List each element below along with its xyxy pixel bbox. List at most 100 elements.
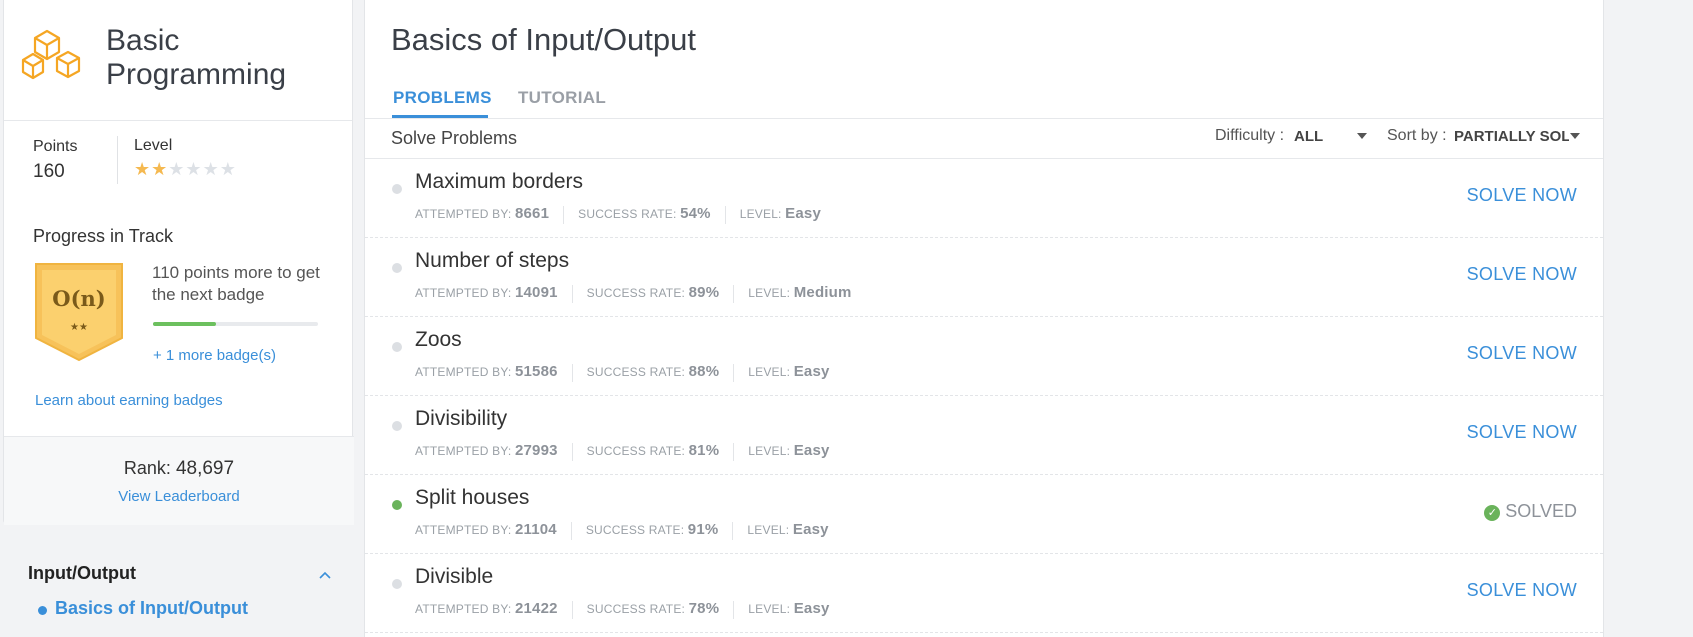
meta-divider: [732, 521, 734, 540]
problem-row[interactable]: Divisibility Attempted by: 27993 Success r…: [365, 395, 1603, 475]
tab-problems[interactable]: PROBLEMS: [393, 88, 492, 108]
meta-divider: [571, 442, 573, 461]
nav-active-dot: [38, 606, 47, 615]
chevron-up-icon[interactable]: [319, 571, 331, 579]
problem-row[interactable]: Zoos Attempted by: 51586 Success rate: 88%…: [365, 316, 1603, 396]
points-value: 160: [33, 161, 65, 182]
problem-row[interactable]: Number of steps Attempted by: 14091 Succes…: [365, 237, 1603, 317]
solved-status: ✓ SOLVED: [1484, 501, 1577, 522]
attempted-label: Attempted by:: [415, 286, 512, 300]
problem-title[interactable]: Divisibility: [415, 407, 507, 431]
solve-now-button[interactable]: SOLVE NOW: [1467, 422, 1577, 443]
solve-now-button[interactable]: SOLVE NOW: [1467, 580, 1577, 601]
status-dot: [392, 263, 402, 273]
more-badges-link[interactable]: + 1 more badge(s): [153, 347, 276, 364]
level-value: Easy: [793, 363, 830, 380]
meta-divider: [733, 442, 735, 461]
badge-progress-fill: [153, 322, 216, 326]
difficulty-select[interactable]: ALL: [1294, 128, 1323, 145]
difficulty-label: Difficulty :: [1215, 127, 1285, 144]
rank: Rank: 48,697: [4, 458, 354, 480]
status-dot: [392, 421, 402, 431]
attempted-value: 14091: [514, 284, 558, 301]
star-empty-icon: ★: [168, 159, 186, 179]
nav-item-basics-io[interactable]: Basics of Input/Output: [55, 598, 248, 619]
points-label: Points: [33, 138, 78, 155]
track-title: Basic Programming: [106, 24, 286, 92]
level-label: Level:: [748, 286, 791, 300]
problem-title[interactable]: Zoos: [415, 328, 462, 352]
success-label: Success rate:: [586, 286, 686, 300]
tab-bar: PROBLEMS TUTORIAL: [365, 78, 1603, 119]
attempted-label: Attempted by:: [415, 207, 512, 221]
level-value: Easy: [793, 442, 830, 459]
problem-meta: Attempted by: 21104 Success rate: 91% Leve…: [415, 521, 829, 540]
level-label: Level:: [748, 365, 791, 379]
problem-title[interactable]: Number of steps: [415, 249, 569, 273]
progress-title: Progress in Track: [33, 226, 174, 246]
level-value: Easy: [792, 521, 829, 538]
view-leaderboard-link[interactable]: View Leaderboard: [4, 488, 354, 505]
attempted-value: 51586: [514, 363, 558, 380]
solve-now-button[interactable]: SOLVE NOW: [1467, 264, 1577, 285]
badge-text: O(n): [52, 286, 105, 311]
success-value: 91%: [687, 521, 719, 538]
success-label: Success rate:: [586, 602, 686, 616]
page-title: Basics of Input/Output: [391, 22, 697, 57]
solve-now-button[interactable]: SOLVE NOW: [1467, 185, 1577, 206]
success-label: Success rate:: [586, 365, 686, 379]
attempted-label: Attempted by:: [415, 523, 512, 537]
meta-divider: [733, 284, 735, 303]
track-title-line2: Programming: [106, 58, 287, 91]
sort-label: Sort by :: [1387, 127, 1447, 144]
success-label: Success rate:: [586, 444, 686, 458]
attempted-value: 21422: [514, 600, 558, 617]
problem-row[interactable]: Split houses Attempted by: 21104 Success r…: [365, 474, 1603, 554]
meta-divider: [571, 600, 573, 619]
problem-title[interactable]: Split houses: [415, 486, 529, 510]
solve-now-button[interactable]: SOLVE NOW: [1467, 343, 1577, 364]
success-label: Success rate:: [585, 523, 685, 537]
difficulty-caret-down-icon[interactable]: [1357, 133, 1367, 139]
attempted-label: Attempted by:: [415, 365, 512, 379]
sidebar: Basic Programming Points 160 Level ★★★★★…: [3, 0, 354, 618]
sort-caret-down-icon[interactable]: [1570, 133, 1580, 139]
problem-title[interactable]: Maximum borders: [415, 170, 583, 194]
level-label: Level: [134, 137, 173, 154]
success-value: 89%: [688, 284, 720, 301]
learn-badges-link[interactable]: Learn about earning badges: [35, 392, 223, 409]
section-title-input-output[interactable]: Input/Output: [28, 563, 136, 584]
main-panel: Basics of Input/Output PROBLEMS TUTORIAL…: [364, 0, 1604, 637]
tab-tutorial[interactable]: TUTORIAL: [518, 88, 606, 108]
track-card: Basic Programming Points 160 Level ★★★★★…: [3, 0, 354, 525]
solve-problems-label: Solve Problems: [391, 128, 518, 148]
level-label: Level:: [748, 602, 791, 616]
problems-toolbar: Solve Problems Difficulty : ALL Sort by …: [365, 119, 1603, 159]
attempted-value: 8661: [514, 205, 550, 222]
problem-row[interactable]: Maximum borders Attempted by: 8661 Success…: [365, 158, 1603, 238]
badge-progress-bar: [153, 322, 318, 326]
rank-box: Rank: 48,697 View Leaderboard: [4, 436, 354, 525]
level-label: Level:: [748, 444, 791, 458]
attempted-label: Attempted by:: [415, 444, 512, 458]
meta-divider: [724, 205, 726, 224]
problem-meta: Attempted by: 21422 Success rate: 78% Leve…: [415, 600, 830, 619]
sort-select[interactable]: PARTIALLY SOL: [1454, 128, 1569, 145]
rank-value: 48,697: [175, 458, 235, 479]
next-badge-text: 110 points more to get the next badge: [152, 263, 320, 304]
problem-meta: Attempted by: 8661 Success rate: 54% Level…: [415, 205, 821, 224]
badge-icon: O(n) ★★: [35, 263, 123, 362]
success-value: 88%: [688, 363, 720, 380]
star-filled-icon: ★: [134, 159, 152, 179]
problem-row[interactable]: Divisible Attempted by: 21422 Success rate…: [365, 553, 1603, 633]
star-filled-icon: ★: [151, 159, 169, 179]
status-dot: [392, 500, 402, 510]
solved-label: SOLVED: [1505, 501, 1577, 521]
track-header: Basic Programming: [4, 0, 352, 121]
success-value: 78%: [688, 600, 720, 617]
level-stars: ★★★★★★: [134, 159, 237, 180]
meta-divider: [571, 284, 573, 303]
problem-meta: Attempted by: 14091 Success rate: 89% Leve…: [415, 284, 852, 303]
problem-title[interactable]: Divisible: [415, 565, 493, 589]
rank-label: Rank:: [123, 458, 171, 478]
